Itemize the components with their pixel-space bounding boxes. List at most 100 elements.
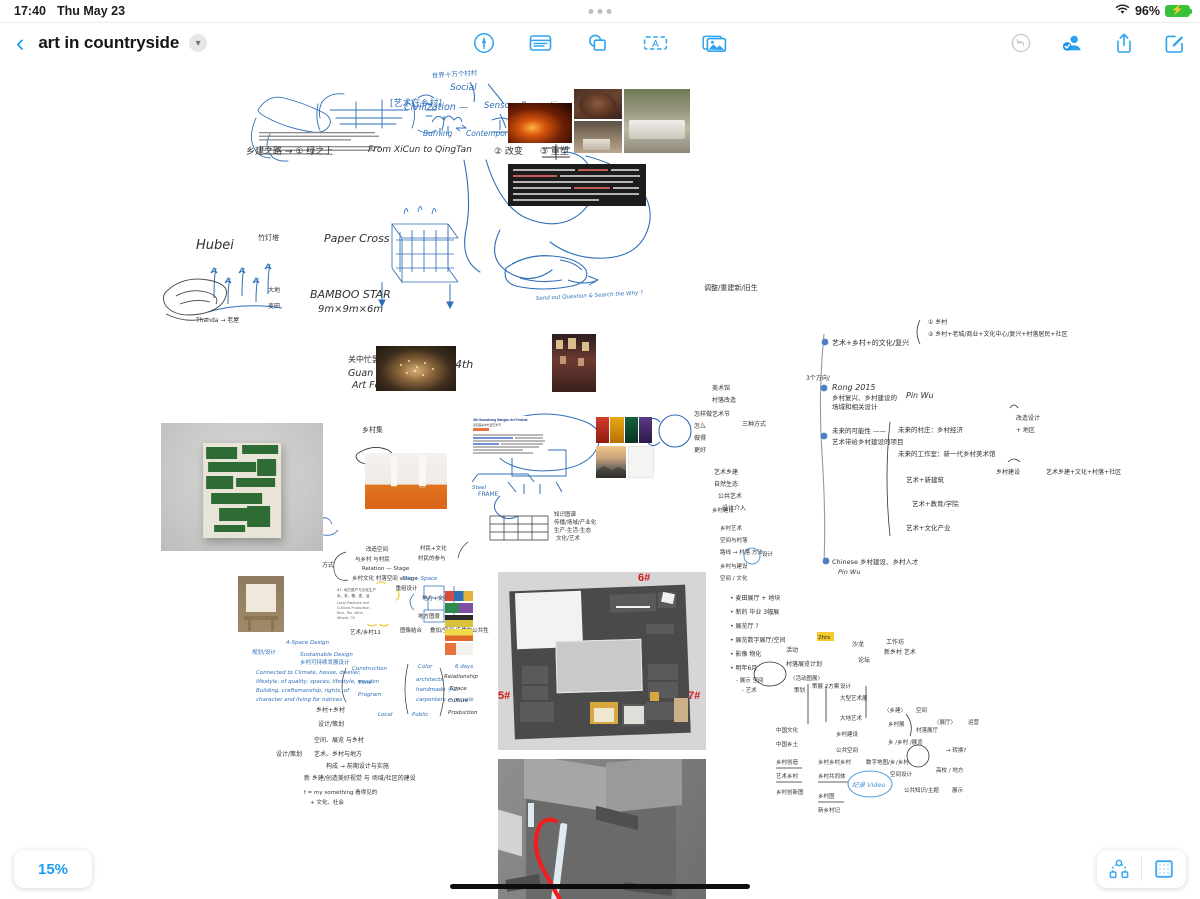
svg-text:艺术/乡村11: 艺术/乡村11 — [350, 628, 381, 636]
door-lattice-photo[interactable] — [238, 576, 284, 632]
market-photo[interactable] — [574, 121, 622, 153]
poster-thumbnails[interactable] — [596, 417, 652, 443]
svg-text:Send out Question & Search the: Send out Question & Search the Why ? — [536, 290, 643, 302]
svg-text:做得: 做得 — [694, 434, 706, 442]
svg-text:Culture: Culture — [448, 698, 469, 704]
svg-text:Site + Space: Site + Space — [402, 576, 438, 582]
svg-text:地方图景: 地方图景 — [418, 612, 441, 620]
toolbar-left-group: ‹ art in countryside ▾ — [12, 30, 208, 56]
share-up-arrow-icon[interactable] — [1113, 31, 1135, 55]
svg-text:乡村集: 乡村集 — [362, 425, 383, 434]
page-title: art in countryside — [38, 33, 180, 52]
bowl-photo[interactable] — [574, 89, 622, 119]
svg-text:+ 地区: + 地区 — [1016, 426, 1035, 434]
svg-text:乡村复兴、乡村建设的: 乡村复兴、乡村建设的 — [832, 393, 898, 402]
shapes-icon[interactable] — [585, 31, 610, 55]
bamboo-star-photo[interactable] — [376, 346, 456, 391]
undo-arrow-icon[interactable] — [1010, 32, 1032, 54]
svg-text:大型艺术展: 大型艺术展 — [840, 694, 868, 702]
pencil-square-icon[interactable] — [1163, 32, 1186, 55]
svg-text:未来的村庄：乡村经济: 未来的村庄：乡村经济 — [898, 425, 964, 434]
status-bar: 17:40 Thu May 23 96% ⚡ — [0, 0, 1200, 22]
svg-text:4th: 4th — [455, 358, 473, 371]
svg-text:〈乡建〉: 〈乡建〉 — [884, 706, 906, 714]
photo-stack-icon[interactable] — [701, 31, 728, 55]
svg-text:BAMBOO STAR: BAMBOO STAR — [310, 288, 391, 301]
svg-text:新乡村 艺术: 新乡村 艺术 — [884, 648, 916, 656]
interior-render-photo[interactable] — [498, 759, 706, 899]
multitask-dot — [588, 8, 594, 14]
note-icon[interactable] — [528, 31, 553, 55]
svg-text:② 乡村+老城/商业+文化中心/复兴+村落居民+社区: ② 乡村+老城/商业+文化中心/复兴+村落居民+社区 — [928, 330, 1067, 338]
svg-text:米、茶、糯、麦、油: 米、茶、糯、麦、油 — [337, 593, 370, 598]
black-text-card[interactable] — [508, 164, 646, 206]
plan-tag-5: 5# — [498, 690, 511, 702]
plan-tag-6: 6# — [638, 572, 651, 584]
color-swatch-row[interactable] — [445, 591, 473, 601]
grid-frame-icon[interactable] — [1142, 850, 1186, 888]
svg-text:Space: Space — [450, 686, 467, 692]
svg-text:Relationship: Relationship — [444, 674, 479, 680]
svg-text:Local: Local — [378, 712, 393, 718]
svg-text:• 展览厅 ?: • 展览厅 ? — [730, 622, 759, 630]
poster-text-card[interactable] — [628, 446, 654, 478]
gallery-photo[interactable] — [365, 453, 447, 509]
svg-text:大地艺术: 大地艺术 — [840, 714, 863, 722]
courtyard-photo[interactable] — [624, 89, 690, 153]
multitasking-dots[interactable] — [588, 8, 612, 14]
theatre-photo[interactable] — [552, 334, 596, 392]
svg-text:Hubei: Hubei — [196, 238, 234, 253]
svg-text:Public: Public — [412, 712, 428, 718]
color-swatch-row[interactable] — [445, 615, 473, 627]
svg-text:大地: 大地 — [268, 286, 280, 294]
battery-percent-label: 96% — [1134, 4, 1160, 18]
svg-text:9m×9m×6m: 9m×9m×6m — [318, 304, 383, 315]
svg-text:Rong 2015: Rong 2015 — [832, 383, 876, 392]
svg-text:更好: 更好 — [694, 446, 706, 454]
svg-text:① 乡村: ① 乡村 — [928, 318, 947, 326]
svg-text:麦田: 麦田 — [268, 302, 280, 310]
svg-text:Paper Cross: Paper Cross — [324, 232, 390, 245]
svg-text:[艺术在乡村]: [艺术在乡村] — [390, 97, 442, 109]
svg-text:Wheat, Oil: Wheat, Oil — [337, 616, 355, 620]
svg-text:文化/艺术: 文化/艺术 — [556, 534, 580, 542]
svg-text:村民+文化: 村民+文化 — [420, 544, 447, 552]
svg-text:Color: Color — [418, 664, 433, 670]
svg-text:公共艺术: 公共艺术 — [718, 492, 742, 500]
toolbar-actions-group — [1010, 31, 1186, 55]
home-indicator[interactable] — [450, 884, 750, 889]
svg-text:怎样做艺术节: 怎样做艺术节 — [694, 410, 730, 418]
person-check-icon[interactable] — [1060, 31, 1085, 55]
color-swatch-row[interactable] — [445, 643, 473, 655]
green-poster-photo[interactable] — [161, 423, 323, 551]
chevron-left-icon[interactable]: ‹ — [12, 30, 28, 56]
svg-text:未来的可能性 ——: 未来的可能性 —— — [832, 426, 887, 435]
status-bar-left: 17:40 Thu May 23 — [14, 4, 125, 18]
svg-text:A: A — [652, 38, 659, 50]
svg-text:中国文化: 中国文化 — [776, 726, 799, 734]
pen-circle-icon[interactable] — [472, 31, 496, 55]
color-swatch-row[interactable] — [445, 603, 473, 613]
status-date: Thu May 23 — [56, 4, 126, 18]
svg-text:活动: 活动 — [786, 646, 798, 654]
svg-text:Local Products and: Local Products and — [337, 601, 369, 605]
node-tree-icon[interactable] — [1097, 850, 1141, 888]
svg-text:Sustainable Design: Sustainable Design — [300, 652, 353, 658]
zoom-level-button[interactable]: 15% — [14, 850, 92, 888]
svg-text:调整/重建新/旧生: 调整/重建新/旧生 — [704, 283, 758, 292]
chevron-down-icon[interactable]: ▾ — [189, 34, 208, 52]
mountain-photo[interactable] — [596, 446, 626, 478]
svg-text:Time: Time — [358, 680, 372, 686]
infinite-whiteboard-canvas[interactable]: 世界十万个村村 Social Civilization — Sensory Pe… — [0, 64, 1200, 899]
svg-text:乡村创新图: 乡村创新图 — [776, 788, 804, 796]
color-swatch-row[interactable] — [445, 629, 473, 641]
festival-document[interactable]: 4th Guanzhong Mangbo Art Festival 第四届关中忙… — [470, 416, 548, 458]
svg-text:改造设计: 改造设计 — [1016, 414, 1040, 422]
svg-text:乡村共同体: 乡村共同体 — [818, 772, 846, 780]
svg-text:乡村乡村乡村: 乡村乡村乡村 — [818, 758, 852, 766]
fire-photo[interactable] — [508, 103, 572, 143]
svg-text:方式: 方式 — [322, 561, 334, 569]
text-box-icon[interactable]: A — [642, 31, 669, 55]
svg-text:设计: 设计 — [762, 550, 774, 558]
site-plan-photo[interactable]: 6# 5# 7# — [498, 572, 706, 750]
